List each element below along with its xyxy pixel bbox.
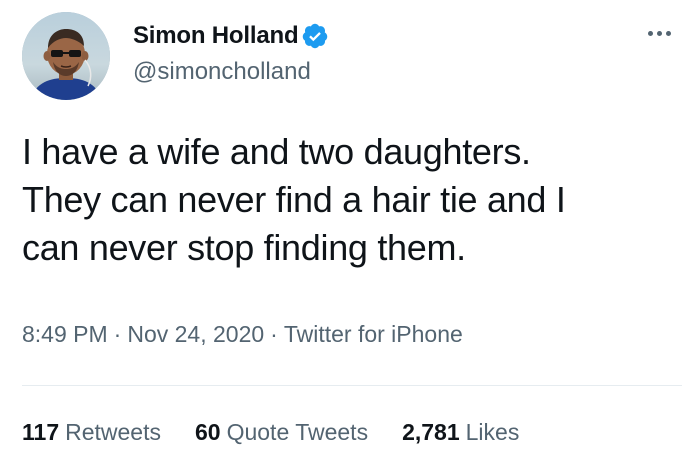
tweet-meta: 8:49 PM · Nov 24, 2020 · Twitter for iPhone — [22, 316, 463, 352]
quote-tweets-label: Quote Tweets — [226, 419, 369, 445]
quote-tweets-count: 60 — [194, 419, 221, 445]
avatar-image — [22, 12, 110, 100]
meta-separator: · — [113, 321, 122, 347]
meta-separator: · — [270, 321, 278, 347]
more-dots-icon — [665, 30, 671, 36]
more-dots-icon — [656, 30, 662, 36]
tweet-text-line: I have a wife and two daughters. — [22, 131, 531, 172]
tweet-text-line: They can never find a hair tie and I — [22, 179, 566, 220]
likes-label: Likes — [465, 419, 520, 445]
quote-tweets-stat[interactable]: 60 Quote Tweets — [195, 414, 368, 450]
author-block[interactable]: Simon Holland @simoncholland — [133, 17, 329, 95]
likes-count: 2,781 — [402, 419, 460, 445]
display-name[interactable]: Simon Holland — [133, 17, 299, 55]
retweets-count: 117 — [22, 419, 60, 445]
avatar[interactable] — [22, 12, 110, 100]
tweet-time[interactable]: 8:49 PM — [22, 321, 108, 347]
retweets-stat[interactable]: 117 Retweets — [22, 414, 161, 450]
tweet-source[interactable]: Twitter for iPhone — [284, 321, 463, 347]
handle[interactable]: @simoncholland — [133, 55, 329, 89]
name-row: Simon Holland — [133, 17, 329, 55]
retweets-label: Retweets — [65, 419, 161, 445]
engagement-stats: 117 Retweets 60 Quote Tweets 2,781 Likes — [22, 414, 553, 450]
likes-stat[interactable]: 2,781 Likes — [402, 414, 519, 450]
divider — [22, 385, 682, 386]
tweet-date[interactable]: Nov 24, 2020 — [127, 321, 264, 347]
tweet-text: I have a wife and two daughters. They ca… — [22, 128, 692, 272]
tweet-card: Simon Holland @simoncholland I have a wi… — [0, 0, 700, 470]
more-dots-icon — [647, 30, 653, 36]
more-options-button[interactable] — [640, 20, 678, 46]
verified-badge-icon — [301, 22, 329, 50]
tweet-text-line: can never stop finding them. — [22, 227, 466, 268]
